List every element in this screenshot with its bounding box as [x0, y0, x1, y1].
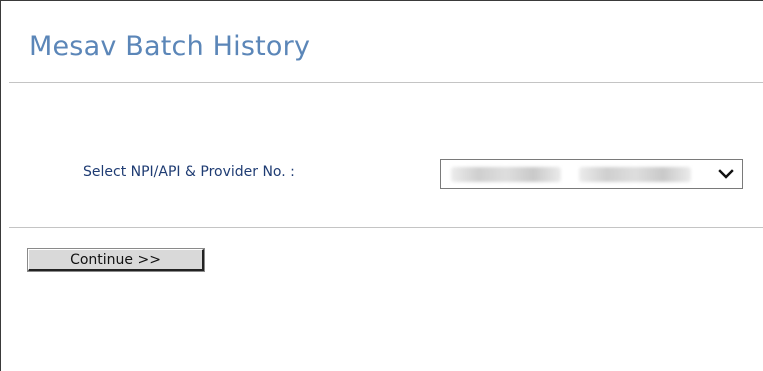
obscured-text-block	[451, 166, 561, 182]
continue-button[interactable]: Continue >>	[27, 248, 205, 272]
obscured-text-block	[579, 166, 691, 182]
title-divider	[9, 82, 763, 83]
provider-select-value-obscured	[451, 165, 695, 183]
form-divider	[9, 227, 763, 228]
provider-select[interactable]	[440, 159, 743, 189]
provider-select-label: Select NPI/API & Provider No. :	[83, 164, 295, 180]
page-frame: Mesav Batch History Select NPI/API & Pro…	[0, 0, 763, 371]
page-title: Mesav Batch History	[29, 31, 311, 62]
chevron-down-icon[interactable]	[718, 166, 734, 182]
